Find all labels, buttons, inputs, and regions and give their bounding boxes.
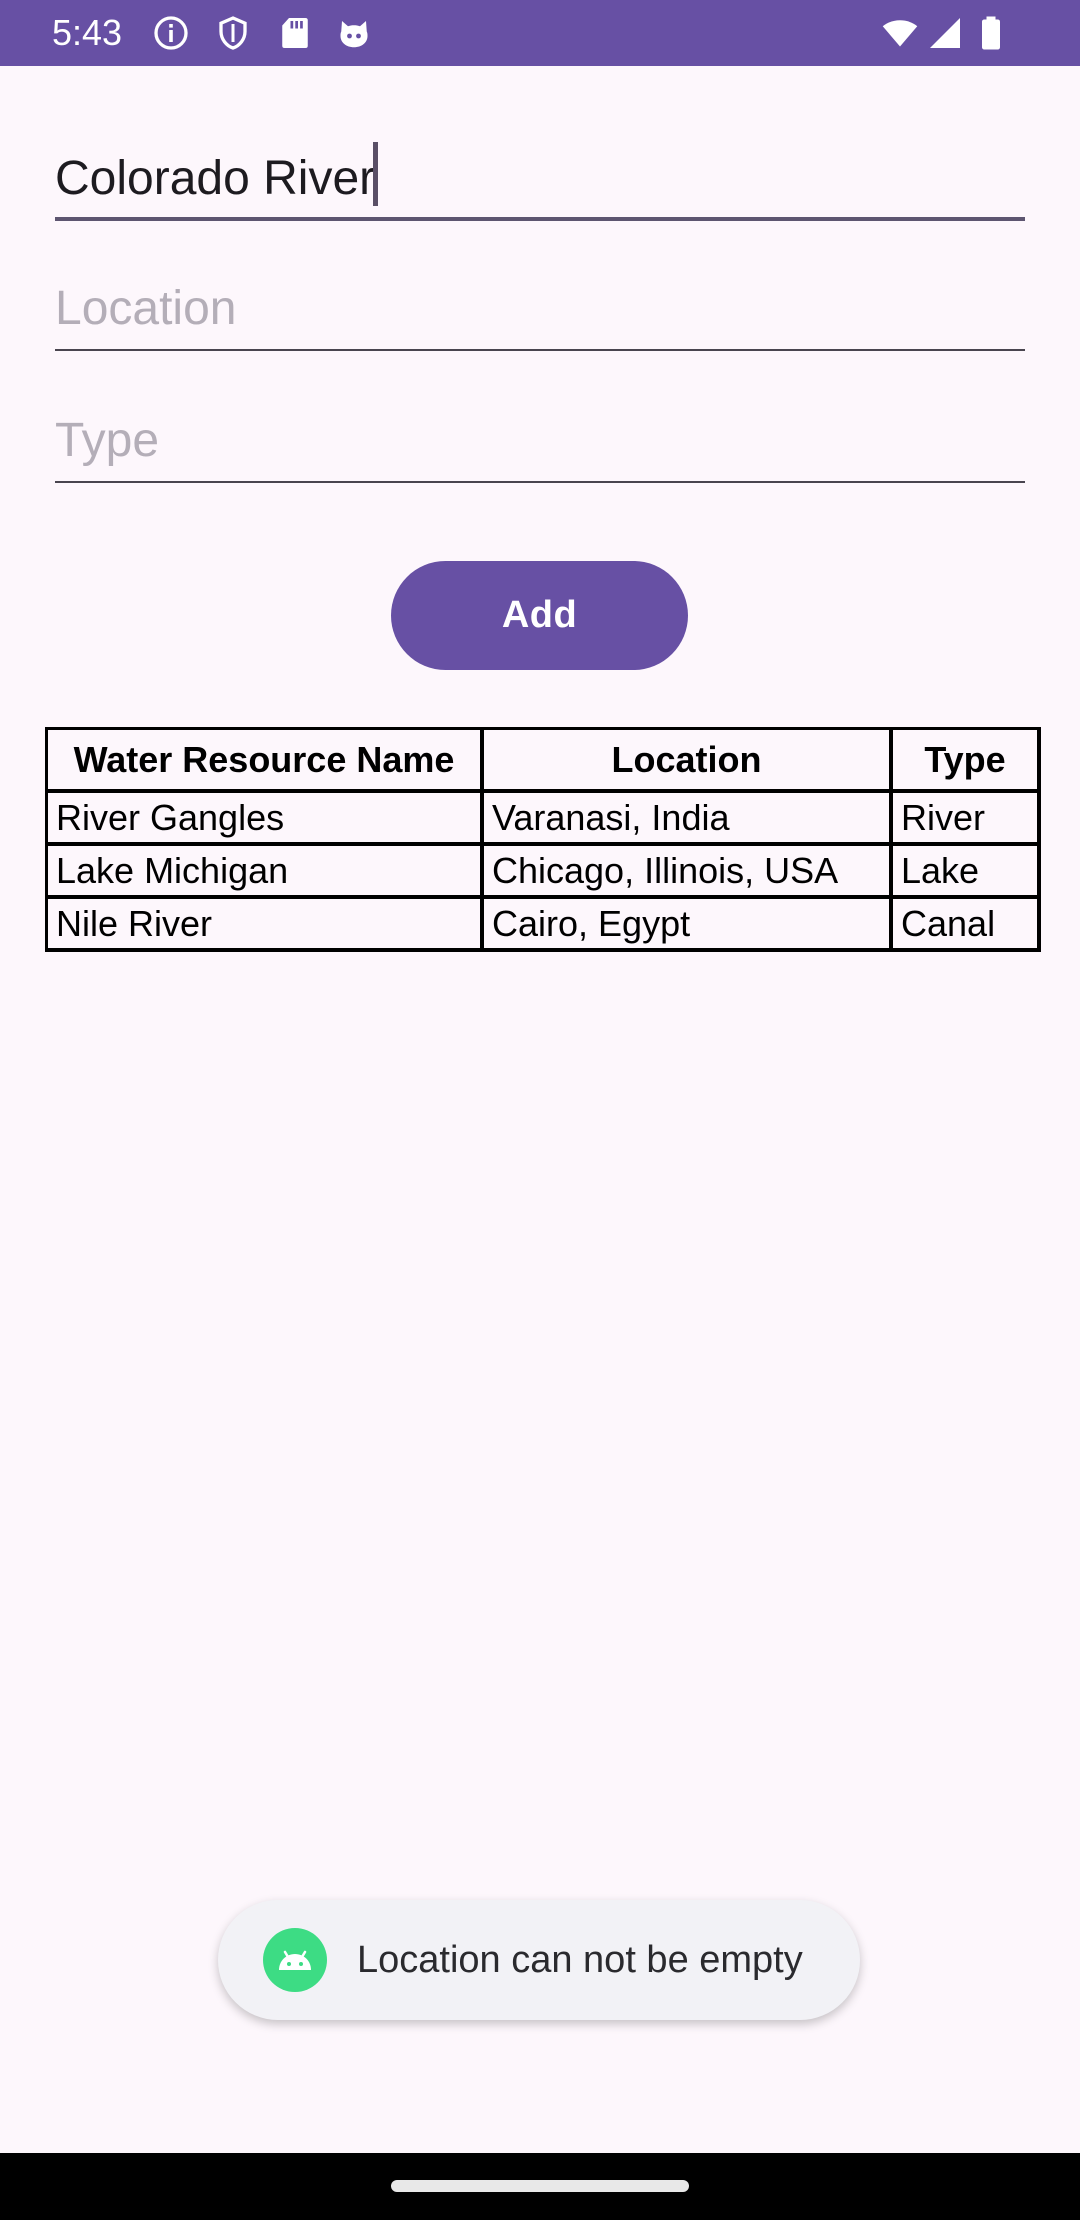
add-button[interactable]: Add (391, 561, 688, 670)
shield-icon (215, 15, 251, 51)
status-time: 5:43 (52, 12, 123, 53)
type-field-underline (55, 481, 1025, 483)
toast: Location can not be empty (218, 1900, 860, 2020)
table-row: Lake Michigan Chicago, Illinois, USA Lak… (48, 846, 1041, 899)
header-type: Type (893, 730, 1041, 793)
cell-type: Lake (893, 846, 1041, 899)
cell-name: River Gangles (48, 793, 484, 846)
table-row: River Gangles Varanasi, India River (48, 793, 1041, 846)
cell-location: Cairo, Egypt (484, 899, 893, 952)
wifi-icon (882, 15, 918, 51)
name-field-value[interactable]: Colorado River (55, 142, 379, 207)
home-handle[interactable] (391, 2180, 689, 2192)
status-bar: 5:43 (0, 0, 1080, 66)
sd-card-icon (277, 15, 313, 51)
table-header-row: Water Resource Name Location Type (48, 730, 1041, 793)
location-field-placeholder[interactable]: Location (55, 281, 236, 337)
header-location: Location (484, 730, 893, 793)
table-row: Nile River Cairo, Egypt Canal (48, 899, 1041, 952)
battery-icon (976, 15, 1006, 51)
text-cursor (373, 142, 379, 206)
name-field-underline (55, 217, 1025, 221)
header-name: Water Resource Name (48, 730, 484, 793)
location-field[interactable]: Location (55, 261, 1025, 351)
cell-name: Lake Michigan (48, 846, 484, 899)
type-field[interactable]: Type (55, 393, 1025, 483)
cell-location: Varanasi, India (484, 793, 893, 846)
cell-name: Nile River (48, 899, 484, 952)
android-icon (263, 1928, 327, 1992)
info-icon (153, 15, 189, 51)
water-resources-table: Water Resource Name Location Type River … (45, 727, 1041, 952)
signal-icon (927, 15, 963, 51)
type-field-placeholder[interactable]: Type (55, 413, 159, 469)
cat-face-icon (336, 15, 372, 51)
navigation-bar (0, 2153, 1080, 2220)
location-field-underline (55, 349, 1025, 351)
name-field[interactable]: Colorado River (55, 131, 1025, 221)
toast-message: Location can not be empty (357, 1938, 803, 1981)
cell-type: River (893, 793, 1041, 846)
cell-type: Canal (893, 899, 1041, 952)
cell-location: Chicago, Illinois, USA (484, 846, 893, 899)
